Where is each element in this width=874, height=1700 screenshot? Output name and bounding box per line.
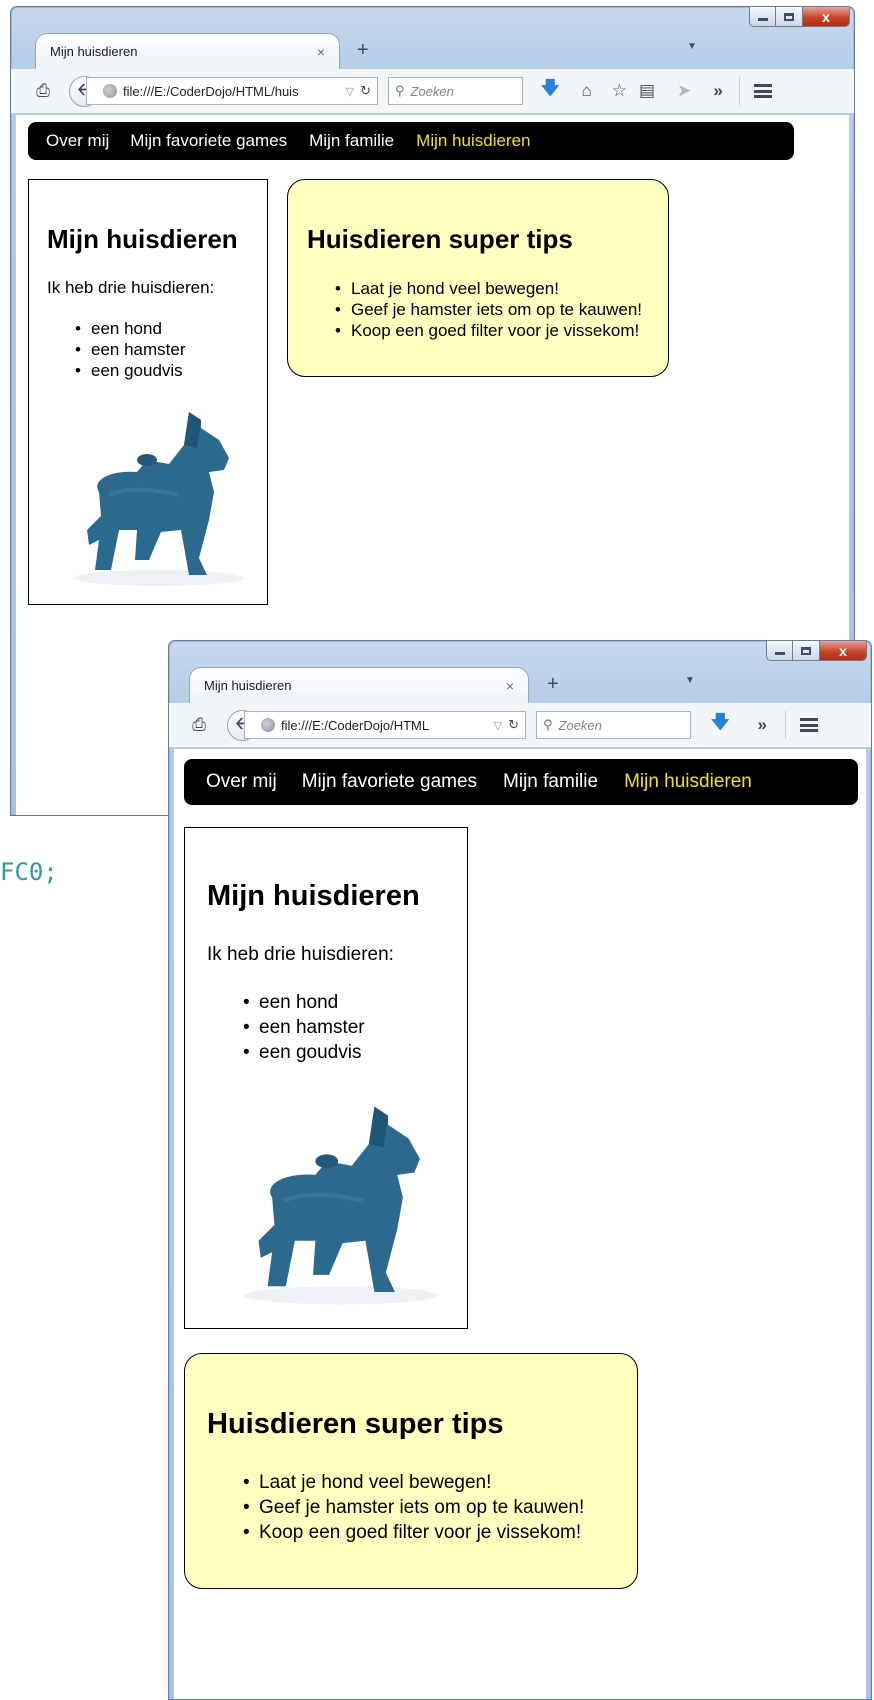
list-item: Laat je hond veel bewegen!: [335, 278, 642, 299]
new-tab-icon[interactable]: +: [357, 39, 369, 62]
tab-close-icon[interactable]: ×: [506, 678, 514, 694]
list-item: een hond: [75, 318, 186, 339]
minimize-icon: [757, 18, 768, 21]
tab-close-icon[interactable]: ×: [317, 44, 325, 60]
print-icon[interactable]: ⎙: [187, 715, 211, 735]
maximize-button[interactable]: [776, 7, 803, 27]
list-item: een hond: [243, 990, 365, 1015]
overflow-icon[interactable]: »: [713, 81, 722, 101]
nav-link-favoriete-games[interactable]: Mijn favoriete games: [130, 131, 287, 151]
list-item: een hamster: [75, 339, 185, 360]
toolbar-separator: [784, 711, 786, 739]
url-text: file:///E:/CoderDojo/HTML/huis: [123, 83, 299, 99]
tips-list: Laat je hond veel bewegen! Geef je hamst…: [335, 278, 642, 341]
reload-icon[interactable]: ↻: [508, 717, 519, 733]
search-placeholder: Zoeken: [410, 83, 454, 99]
nav-link-over-mij[interactable]: Over mij: [46, 131, 109, 151]
overflow-icon[interactable]: »: [758, 715, 767, 735]
search-bar[interactable]: ⚲ Zoeken: [388, 77, 523, 105]
window-controls: x: [766, 641, 867, 661]
tab-bar: Mijn huisdieren × + ▼: [169, 659, 871, 703]
nav-link-familie[interactable]: Mijn familie: [309, 131, 394, 151]
url-bar[interactable]: file:///E:/CoderDojo/HTML ▽ ↻: [244, 711, 526, 739]
home-icon[interactable]: ⌂: [582, 81, 592, 101]
list-item: Geef je hamster iets om op te kauwen!: [335, 299, 642, 320]
maximize-icon: [784, 12, 794, 21]
nav-link-huisdieren[interactable]: Mijn huisdieren: [416, 131, 530, 151]
url-text: file:///E:/CoderDojo/HTML: [281, 717, 430, 733]
bookmark-star-icon[interactable]: ☆: [612, 81, 627, 101]
close-window-button[interactable]: x: [820, 641, 867, 661]
nav-link-favoriete-games[interactable]: Mijn favoriete games: [302, 771, 477, 793]
reading-list-icon[interactable]: ▤: [639, 81, 655, 101]
window-controls: x: [749, 7, 850, 27]
menu-icon[interactable]: [753, 84, 772, 98]
minimize-icon: [774, 652, 785, 655]
list-item: een goudvis: [75, 360, 186, 381]
download-icon[interactable]: 🡇: [711, 710, 730, 740]
site-navigation: Over mij Mijn favoriete games Mijn famil…: [184, 759, 858, 805]
list-item: Koop een goed filter voor je vissekom!: [243, 1520, 584, 1545]
pets-list: een hond een hamster een goudvis: [243, 990, 365, 1065]
page-content: Over mij Mijn favoriete games Mijn famil…: [174, 749, 866, 1699]
list-item: Geef je hamster iets om op te kauwen!: [243, 1495, 584, 1520]
pets-box: Mijn huisdieren Ik heb drie huisdieren: …: [184, 827, 468, 1329]
menu-icon[interactable]: [799, 718, 818, 732]
share-icon[interactable]: ➤: [677, 81, 691, 101]
search-placeholder: Zoeken: [558, 717, 602, 733]
pets-intro: Ik heb drie huisdieren:: [47, 278, 215, 297]
tab-title: Mijn huisdieren: [50, 44, 138, 59]
pets-intro: Ik heb drie huisdieren:: [207, 944, 394, 965]
tab-mijn-huisdieren[interactable]: Mijn huisdieren ×: [35, 33, 340, 69]
pets-heading: Mijn huisdieren: [207, 880, 420, 912]
pets-list: een hond een hamster een goudvis: [75, 318, 186, 381]
lego-dog-image: [243, 1106, 437, 1305]
pets-heading: Mijn huisdieren: [47, 224, 238, 254]
tips-heading: Huisdieren super tips: [307, 224, 573, 254]
list-item: een goudvis: [243, 1040, 365, 1065]
navigation-toolbar: ⎙ 🡠 file:///E:/CoderDojo/HTML ▽ ↻ ⚲ Zoek…: [169, 703, 871, 748]
tab-mijn-huisdieren[interactable]: Mijn huisdieren ×: [189, 667, 529, 703]
toolbar-separator: [738, 77, 740, 105]
print-icon[interactable]: ⎙: [31, 81, 55, 101]
list-item: Laat je hond veel bewegen!: [243, 1470, 584, 1495]
url-dropdown-icon[interactable]: ▽: [346, 85, 354, 98]
tab-title: Mijn huisdieren: [204, 678, 292, 693]
search-icon: ⚲: [395, 83, 405, 98]
tab-list-dropdown-icon[interactable]: ▼: [687, 41, 697, 52]
search-bar[interactable]: ⚲ Zoeken: [536, 711, 691, 739]
navigation-toolbar: ⎙ 🡠 file:///E:/CoderDojo/HTML/huis ▽ ↻ ⚲…: [11, 69, 854, 114]
tips-heading: Huisdieren super tips: [207, 1408, 504, 1440]
maximize-icon: [801, 646, 811, 655]
list-item: een hamster: [243, 1015, 365, 1040]
tips-box: Huisdieren super tips Laat je hond veel …: [184, 1353, 638, 1589]
list-item: Koop een goed filter voor je vissekom!: [335, 320, 642, 341]
download-icon[interactable]: 🡇: [541, 76, 560, 106]
globe-icon: [261, 718, 275, 732]
pets-box: Mijn huisdieren Ik heb drie huisdieren: …: [28, 179, 268, 605]
code-snippet-fragment: FC0;: [0, 858, 58, 886]
nav-link-familie[interactable]: Mijn familie: [503, 771, 598, 793]
search-icon: ⚲: [543, 717, 553, 732]
maximize-button[interactable]: [793, 641, 820, 661]
browser-window-narrow: x Mijn huisdieren × + ▼ ⎙ 🡠 file:///E:/C…: [168, 640, 872, 1700]
nav-link-huisdieren[interactable]: Mijn huisdieren: [624, 771, 752, 793]
tab-bar: Mijn huisdieren × + ▼: [11, 25, 854, 69]
minimize-button[interactable]: [749, 7, 776, 27]
tips-list: Laat je hond veel bewegen! Geef je hamst…: [243, 1470, 584, 1545]
reload-icon[interactable]: ↻: [360, 83, 371, 99]
site-navigation: Over mij Mijn favoriete games Mijn famil…: [28, 122, 794, 160]
globe-icon: [103, 84, 117, 98]
close-window-button[interactable]: x: [803, 7, 850, 27]
nav-link-over-mij[interactable]: Over mij: [206, 771, 277, 793]
url-dropdown-icon[interactable]: ▽: [494, 719, 502, 732]
lego-dog-image: [74, 412, 244, 586]
minimize-button[interactable]: [766, 641, 793, 661]
tips-box: Huisdieren super tips Laat je hond veel …: [287, 179, 669, 377]
tab-list-dropdown-icon[interactable]: ▼: [685, 675, 695, 686]
url-bar[interactable]: file:///E:/CoderDojo/HTML/huis ▽ ↻: [86, 77, 378, 105]
new-tab-icon[interactable]: +: [547, 673, 559, 696]
